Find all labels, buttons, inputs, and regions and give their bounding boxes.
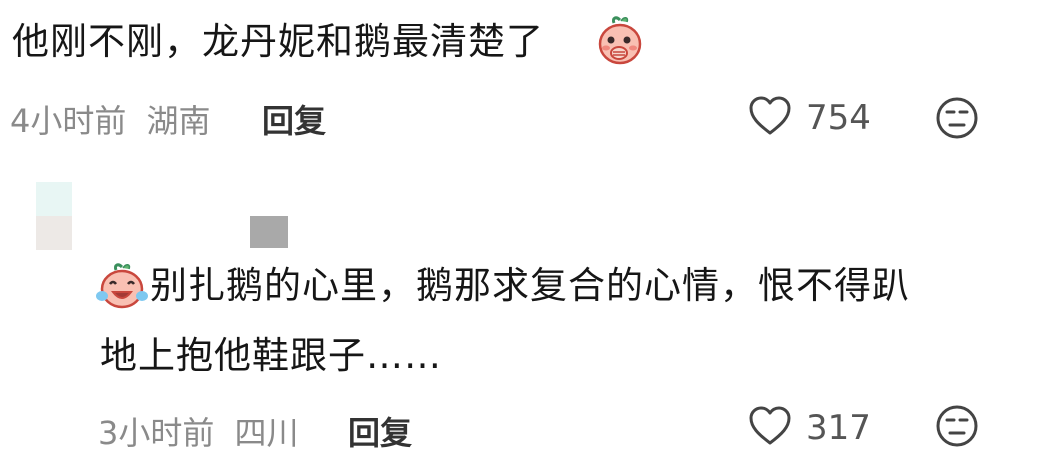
peach-covering-mouth-emoji	[596, 14, 644, 66]
comment-meta: 4小时前 湖南	[10, 96, 211, 142]
avatar-top	[36, 182, 72, 216]
comment-reply-button[interactable]: 回复	[262, 96, 326, 142]
reply-time: 3小时前	[98, 414, 215, 452]
reply-like-count: 317	[806, 408, 871, 448]
neutral-face-icon	[935, 97, 979, 144]
reply-text-line1: 别扎鹅的心里，鹅那求复合的心情，恨不得趴	[150, 264, 910, 307]
comment-text: 他刚不刚，龙丹妮和鹅最清楚了	[12, 22, 544, 62]
comment-like-count: 754	[806, 98, 871, 138]
reply-text-line2: 地上抱他鞋跟子……	[100, 334, 442, 377]
heart-icon	[748, 96, 792, 140]
username-placeholder[interactable]	[250, 216, 288, 248]
reply-dislike-button[interactable]	[935, 404, 979, 452]
peach-laughing-tears-emoji	[96, 262, 148, 310]
comment-like-button[interactable]: 754	[748, 96, 871, 140]
avatar[interactable]	[36, 182, 72, 250]
comment-body: 他刚不刚，龙丹妮和鹅最清楚了	[12, 20, 544, 63]
avatar-bottom	[36, 216, 72, 250]
reply-like-button[interactable]: 317	[748, 406, 871, 450]
neutral-face-icon	[935, 405, 979, 452]
reply-reply-button[interactable]: 回复	[348, 408, 412, 454]
reply-meta: 3小时前 四川	[98, 408, 299, 454]
reply-location: 四川	[234, 414, 299, 452]
comment-time: 4小时前	[10, 102, 127, 140]
heart-icon	[748, 406, 792, 450]
comment-dislike-button[interactable]	[935, 96, 979, 144]
comment-location: 湖南	[146, 102, 211, 140]
